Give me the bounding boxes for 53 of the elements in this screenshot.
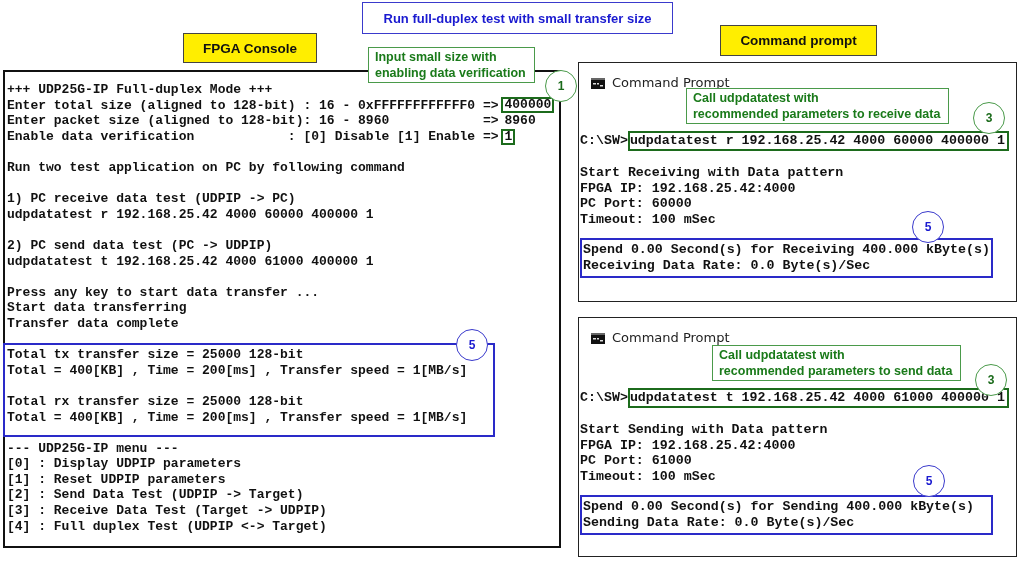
console-line: Run two test application on PC by following command [7,159,405,176]
console-line: Total = 400[KB] , Time = 200[ms] , Transfer speed = 1[MB/s] [7,409,468,426]
callout-note: Input small size with enabling data verification [368,47,535,83]
window-title: Command Prompt [612,330,730,346]
console-line: +++ UDP25G-IP Full-duplex Mode +++ [7,82,273,98]
console-line: 2) PC send data test (PC -> UDPIP) [7,237,273,254]
console-line: FPGA IP: 192.168.25.42:4000 [580,180,796,197]
console-line: [3] : Receive Data Test (Target -> UDPIP) [7,503,327,519]
step-marker: 3 [973,102,1005,134]
console-line: Enable data verification : [0] Disable [1] Enable => [7,128,499,145]
console-line: Start data transferring [7,300,187,316]
console-line: Total rx transfer size = 25000 128-bit [7,393,304,410]
console-line: Start Sending with Data pattern [580,422,828,438]
console-line: [4] : Full duplex Test (UDPIP <-> Target) [7,518,327,535]
step-marker: 5 [456,329,488,361]
console-line: FPGA IP: 192.168.25.42:4000 [580,437,796,454]
window-title: Command Prompt [612,75,730,91]
console-line: udpdatatest t 192.168.25.42 4000 61000 400000 1 [7,253,374,270]
terminal-icon [591,332,605,344]
callout-note: Call udpdatatest with recommended parameters to receive data [686,88,950,124]
figure-title: Run full-duplex test with small transfer size [362,2,673,34]
console-line: [2] : Send Data Test (UDPIP -> Target) [7,487,304,504]
step-marker: 5 [912,211,944,243]
panel-label: FPGA Console [183,33,317,63]
console-line: Enter total size (aligned to 128-bit) : 16 - 0xFFFFFFFFFFFF0 => [7,97,499,114]
console-line: Press any key to start data transfer ... [7,284,320,301]
step-marker: 5 [913,465,945,497]
console-line: PC Port: 61000 [580,453,692,469]
input-value: 8960 [504,113,536,129]
console-line: Enter packet size (aligned to 128-bit): 16 - 8960 => [7,113,499,129]
console-line: Total tx transfer size = 25000 128-bit [7,347,304,363]
console-line: udpdatatest r 192.168.25.42 4000 60000 400000 1 [7,206,374,223]
prompt-text: C:\SW> [580,390,628,406]
console-line: Timeout: 100 mSec [580,211,716,228]
console-line: Sending Data Rate: 0.0 Byte(s)/Sec [583,514,855,531]
console-line: 1) PC receive data test (UDPIP -> PC) [7,191,296,207]
console-line: Spend 0.00 Second(s) for Sending 400.000 kByte(s) [583,499,974,515]
input-value: 1 [501,128,516,145]
console-line: Start Receiving with Data pattern [580,165,844,181]
console-line: Receiving Data Rate: 0.0 Byte(s)/Sec [583,257,871,274]
console-line: [0] : Display UDPIP parameters [7,456,242,472]
command-text: udpdatatest r 192.168.25.42 4000 60000 400000 1 [627,131,1009,151]
callout-note: Call udpdatatest with recommended parameters to send data [712,345,962,381]
console-line: Timeout: 100 mSec [580,468,716,485]
console-line: Transfer data complete [7,315,179,332]
console-line: Total = 400[KB] , Time = 200[ms] , Transfer speed = 1[MB/s] [7,362,468,379]
console-line: Spend 0.00 Second(s) for Receiving 400.000 kByte(s) [583,242,990,258]
panel-label: Command prompt [720,25,877,56]
prompt-text: C:\SW> [580,133,628,149]
console-line: PC Port: 60000 [580,196,692,212]
console-line: [1] : Reset UDPIP parameters [7,471,226,488]
console-line: --- UDP25G-IP menu --- [7,440,179,457]
terminal-icon [591,77,605,89]
